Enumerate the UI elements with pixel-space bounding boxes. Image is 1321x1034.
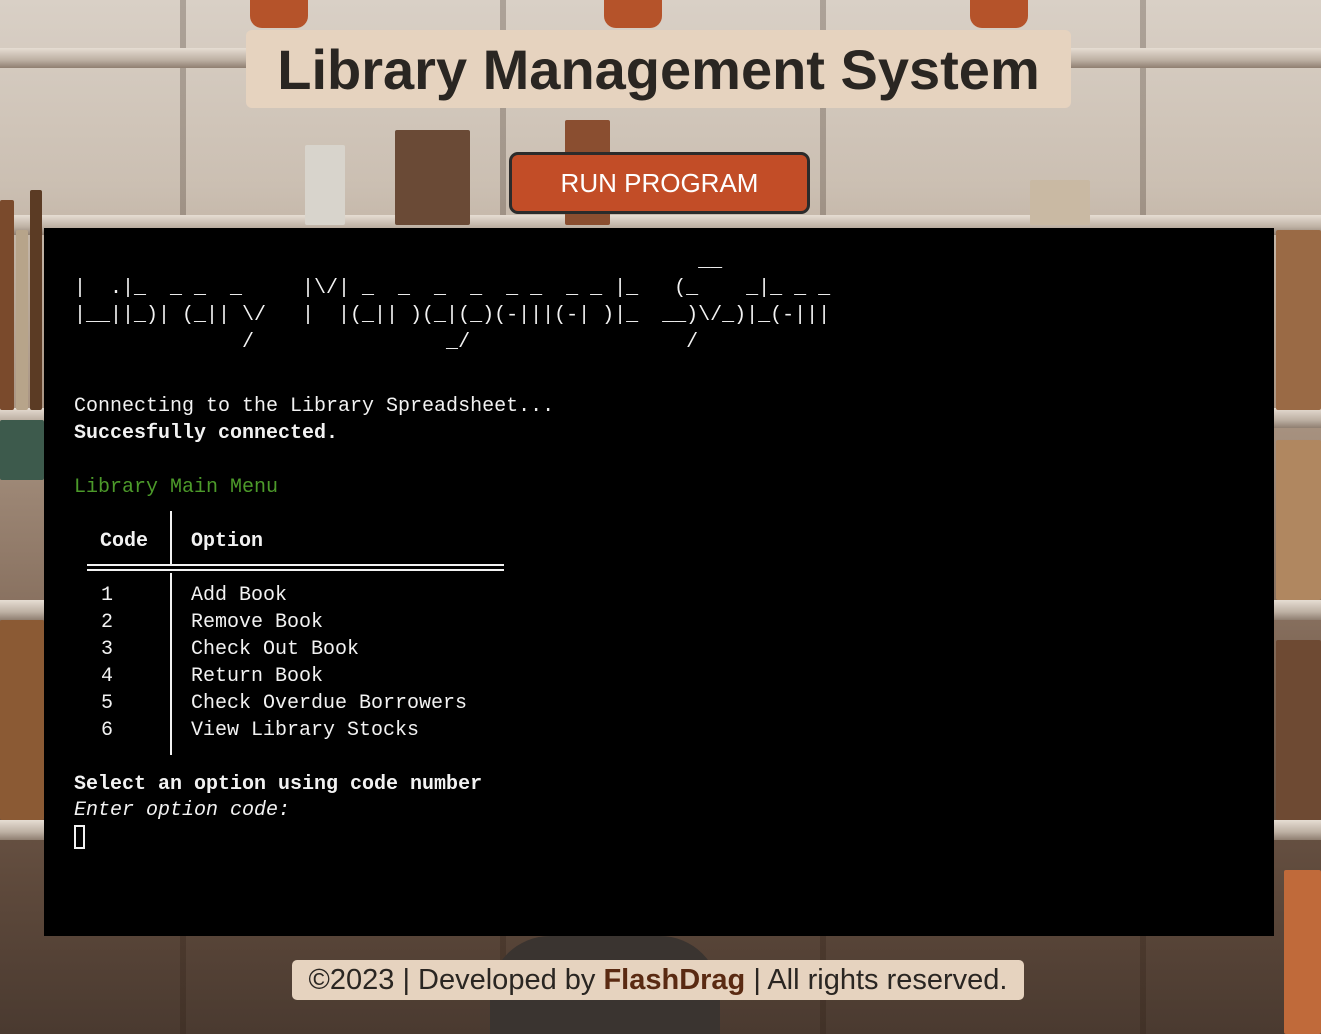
plant-pot-decoration (604, 0, 662, 28)
run-program-button[interactable]: RUN PROGRAM (509, 152, 810, 214)
header-rule (87, 564, 504, 566)
footer: ©2023 | Developed by FlashDrag | All rig… (292, 960, 1024, 1000)
instruction-text: Select an option using code number (74, 773, 483, 796)
ascii-line: | .|_ _ _ _ |\/| _ _ _ _ _ _ _ _ |_ (_ _… (74, 277, 831, 300)
table-header-code: Code (100, 530, 149, 553)
option-label: Check Out Book (191, 638, 360, 661)
terminal-cursor[interactable] (74, 825, 85, 849)
footer-rights: | All rights reserved. (745, 963, 1008, 996)
option-code: 4 (101, 665, 114, 688)
connected-message: Succesfully connected. (74, 422, 339, 445)
option-code: 5 (101, 692, 114, 715)
option-code: 3 (101, 638, 114, 661)
option-code: 1 (101, 584, 114, 607)
option-label: View Library Stocks (191, 719, 420, 742)
menu-title: Library Main Menu (74, 476, 279, 499)
header-rule (87, 569, 504, 571)
option-label: Return Book (191, 665, 324, 688)
table-header-option: Option (191, 530, 264, 553)
ascii-line: / _/ / (74, 331, 699, 354)
footer-copyright: ©2023 | Developed by (308, 963, 604, 996)
ascii-art-banner: __ | .|_ _ _ _ |\/| _ _ _ _ _ _ _ _ |_ (… (74, 248, 830, 356)
table-divider (170, 511, 172, 565)
option-label: Check Overdue Borrowers (191, 692, 468, 715)
option-label: Add Book (191, 584, 288, 607)
option-label: Remove Book (191, 611, 324, 634)
ascii-line: |__||_)| (_|| \/ | |(_|| )(_|(_)(-|||(-|… (74, 304, 831, 327)
table-divider (170, 573, 172, 755)
page-title: Library Management System (246, 30, 1071, 108)
option-code: 6 (101, 719, 114, 742)
terminal-window[interactable]: __ | .|_ _ _ _ |\/| _ _ _ _ _ _ _ _ |_ (… (44, 228, 1274, 936)
plant-pot-decoration (250, 0, 308, 28)
option-code: 2 (101, 611, 114, 634)
input-prompt: Enter option code: (74, 799, 291, 822)
ascii-line: __ (74, 250, 723, 273)
plant-pot-decoration (970, 0, 1028, 28)
footer-author: FlashDrag (603, 963, 746, 996)
connecting-message: Connecting to the Library Spreadsheet... (74, 395, 555, 418)
